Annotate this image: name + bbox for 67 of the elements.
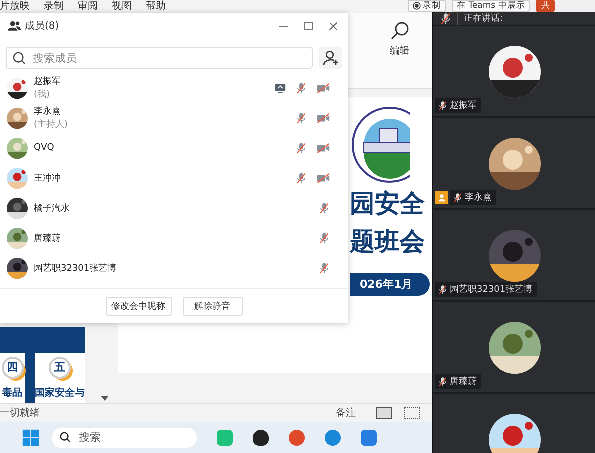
muted-mic-icon: [454, 192, 462, 202]
record-button[interactable]: 录制: [408, 0, 446, 12]
notes-button[interactable]: 备注: [336, 406, 356, 420]
status-text: 一切就绪: [0, 406, 41, 420]
add-member-button[interactable]: [319, 47, 342, 69]
name-text: 园艺职32301张艺博: [450, 284, 533, 296]
muted-mic-icon: [439, 376, 447, 386]
windows-start-icon[interactable]: [22, 428, 40, 446]
name-text: 赵振军: [450, 100, 477, 112]
people-icon: [8, 21, 21, 31]
menu-item[interactable]: 片放映: [0, 0, 30, 13]
number-badge: 五: [49, 356, 71, 378]
search-icon: [13, 52, 26, 65]
menu-item[interactable]: 审阅: [78, 0, 98, 13]
member-row[interactable]: 唐臻蔚: [0, 223, 348, 253]
browser-icon[interactable]: [325, 430, 341, 446]
grid-view-icon[interactable]: [404, 407, 420, 419]
muted-mic-icon: [439, 284, 447, 294]
name-text: 唐臻蔚: [450, 376, 477, 388]
member-row[interactable]: QVQ: [0, 133, 348, 163]
menu-item[interactable]: 录制: [44, 0, 64, 13]
slide-title: 园安全: [350, 188, 426, 220]
app-icon[interactable]: [253, 430, 269, 446]
share-button[interactable]: 共: [536, 0, 556, 12]
member-name: 园艺职32301张艺博: [34, 262, 117, 274]
slide-title: 题班会: [350, 226, 426, 258]
slide-thumbnail[interactable]: 四 毒品 五 国家安全与: [0, 327, 85, 403]
name-text: 李永熹: [465, 192, 492, 204]
member-name: 橘子汽水: [34, 202, 70, 214]
record-icon: [413, 2, 421, 10]
muted-mic-icon: [439, 100, 447, 110]
member-name: 唐臻蔚: [34, 232, 61, 244]
video-tile[interactable]: 唐臻蔚: [433, 302, 595, 394]
menu-item[interactable]: 帮助: [146, 0, 166, 13]
card-caption: 国家安全与: [35, 386, 85, 400]
member-row[interactable]: 赵振军 (我): [0, 73, 348, 103]
member-row[interactable]: 橘子汽水: [0, 193, 348, 223]
card-caption: 毒品: [2, 386, 22, 400]
normal-view-icon[interactable]: [376, 407, 392, 419]
member-name: 王冲冲: [34, 172, 61, 184]
search-icon: [60, 432, 71, 443]
search-field[interactable]: 搜索成员: [6, 47, 313, 69]
member-row[interactable]: 园艺职32301张艺博: [0, 253, 348, 283]
edit-button[interactable]: 编辑: [390, 13, 410, 88]
date-pill: 026年1月: [350, 273, 430, 296]
maximize-icon[interactable]: [304, 22, 313, 30]
rename-button[interactable]: 修改会中昵称: [106, 296, 172, 316]
number-badge: 四: [2, 356, 24, 378]
video-tile[interactable]: 李永熹: [433, 118, 595, 210]
unmute-button[interactable]: 解除静音: [182, 296, 242, 316]
teams-button[interactable]: 在 Teams 中展示: [452, 0, 530, 12]
window-title: 成员(8): [25, 20, 60, 33]
close-icon[interactable]: [329, 22, 338, 30]
menu-item[interactable]: 视图: [112, 0, 132, 13]
member-role: (我): [34, 88, 52, 101]
member-name: 李永熹: [34, 106, 62, 118]
member-row[interactable]: 王冲冲: [0, 163, 348, 193]
member-role: (主持人): [34, 118, 68, 131]
member-name: 赵振军: [34, 76, 61, 88]
member-row[interactable]: 李永熹 (主持人): [0, 103, 348, 133]
speaking-label: 正在讲话:: [464, 12, 504, 25]
search-field[interactable]: 搜索: [52, 428, 197, 448]
muted-mic-icon[interactable]: [441, 12, 451, 24]
video-tile[interactable]: 园艺职32301张艺博: [433, 210, 595, 302]
search-icon: [390, 21, 410, 41]
video-tile[interactable]: 赵振军: [433, 26, 595, 118]
member-name: QVQ: [34, 143, 54, 153]
